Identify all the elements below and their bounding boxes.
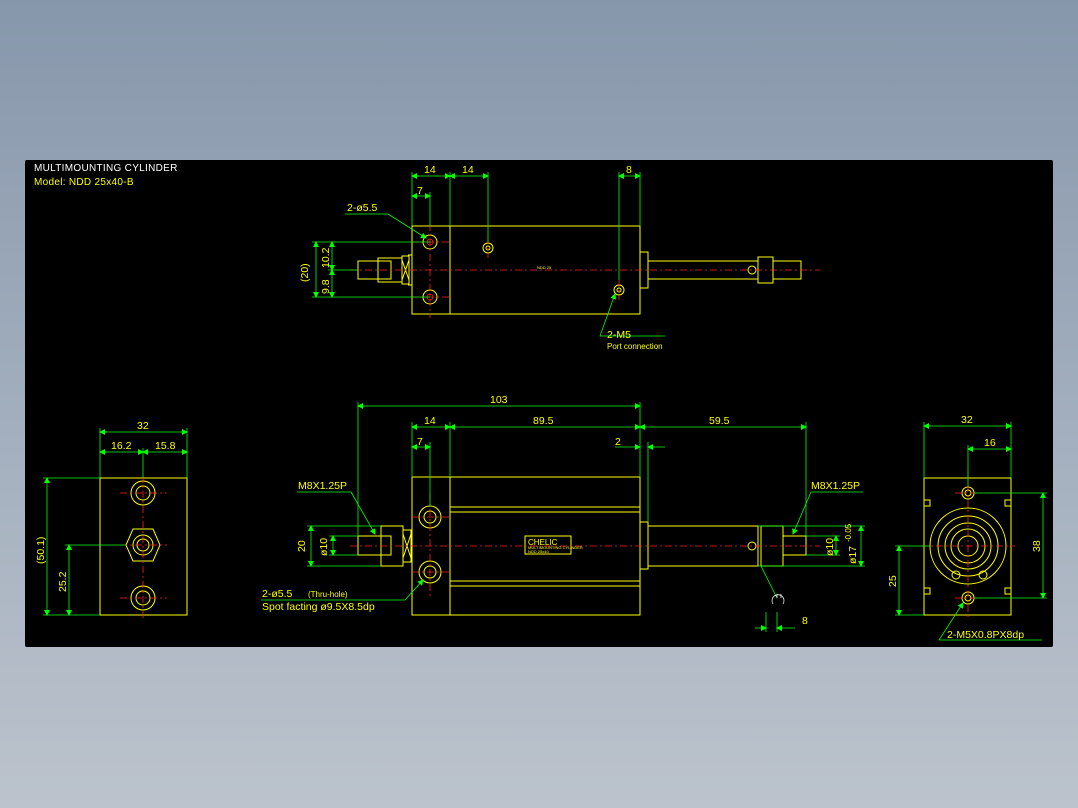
front-note-thread-left: M8X1.25P	[298, 480, 347, 492]
top-dim-8: 8	[626, 164, 632, 176]
top-note-port-connection: Port connection	[607, 342, 663, 351]
front-dim-2: 2	[615, 436, 621, 448]
left-side-view: 32 16.2 15.8 (50.1) 25.2	[35, 420, 188, 618]
front-dim-d17: ø17	[847, 546, 859, 564]
top-view-body-label: NDD 25	[537, 265, 552, 270]
front-note-thread-right: M8X1.25P	[811, 480, 860, 492]
right-side-view: 32 16 38 25 2-M5X0.8PX8dp	[887, 414, 1047, 641]
front-dim-d17-tol: -0.05	[844, 523, 853, 542]
left-dim-25-2: 25.2	[57, 571, 69, 592]
top-dim-9-8: 9.8	[320, 279, 332, 294]
front-dim-20: 20	[296, 540, 308, 552]
top-dim-14a: 14	[424, 164, 436, 176]
front-view: CHELIC MULTIMOUNTING CYLINDER NDD 25x40 …	[261, 394, 865, 632]
front-dim-8: 8	[802, 615, 808, 627]
top-note-ports: 2-M5	[607, 329, 631, 341]
top-dim-20: (20)	[299, 263, 311, 282]
front-note-holes: 2-ø5.5	[262, 588, 293, 600]
front-note-thru-hole: (Thru-hole)	[308, 590, 348, 599]
top-note-holes: 2-ø5.5	[347, 202, 378, 214]
top-dim-10-2: 10.2	[320, 247, 332, 268]
top-dim-14b: 14	[462, 164, 474, 176]
front-note-spot-facing: Spot facting ø9.5X8.5dp	[262, 601, 375, 613]
front-dim-d10-left: ø10	[318, 538, 330, 556]
left-view-body-outline	[99, 477, 188, 616]
front-view-left-rod	[357, 535, 392, 556]
right-dim-25: 25	[887, 575, 899, 587]
front-dim-d10-right: ø10	[824, 538, 836, 556]
left-dim-32: 32	[137, 420, 149, 432]
right-note-thread: 2-M5X0.8PX8dp	[947, 629, 1024, 641]
front-dim-89-5: 89.5	[533, 415, 554, 427]
right-dim-16: 16	[984, 437, 996, 449]
wrench-icon	[771, 594, 785, 605]
top-dim-7: 7	[417, 185, 423, 197]
left-dim-50-1: (50.1)	[35, 537, 47, 564]
front-dim-7: 7	[417, 436, 423, 448]
left-dim-16-2: 16.2	[111, 440, 132, 452]
front-dim-103: 103	[490, 394, 508, 406]
front-dim-14: 14	[424, 415, 436, 427]
front-dim-59-5: 59.5	[709, 415, 730, 427]
drawing-sheet: MULTIMOUNTING CYLINDER Model: NDD 25x40-…	[25, 160, 1053, 647]
top-view: NDD 25 14 14 7 8 (20) 10.2 9.8 2-ø5.5 2-…	[299, 164, 820, 351]
left-dim-15-8: 15.8	[155, 440, 176, 452]
right-dim-38: 38	[1031, 540, 1043, 552]
right-dim-32: 32	[961, 414, 973, 426]
nameplate-sub2: NDD 25x40	[528, 549, 549, 554]
cad-drawing: NDD 25 14 14 7 8 (20) 10.2 9.8 2-ø5.5 2-…	[35, 164, 1047, 641]
